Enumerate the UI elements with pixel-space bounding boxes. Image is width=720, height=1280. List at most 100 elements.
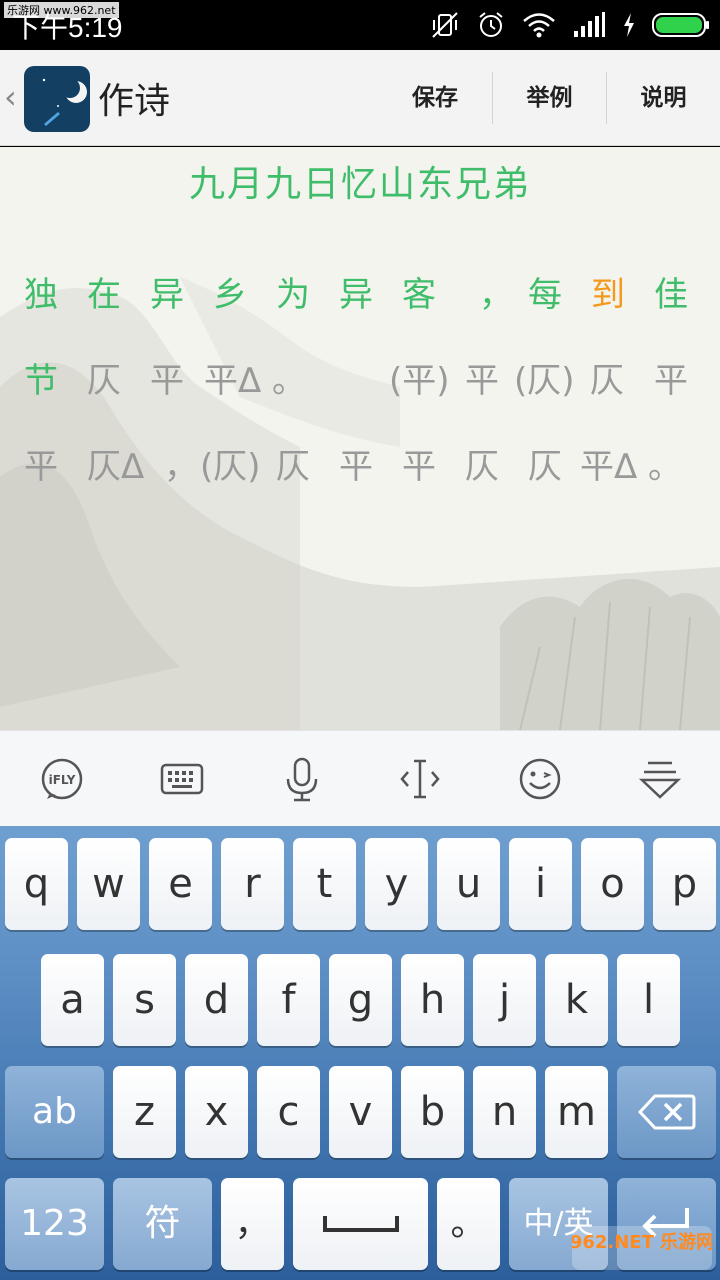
- watermark-text: 962.NET 乐游网: [572, 1231, 712, 1253]
- key-v[interactable]: v: [329, 1066, 392, 1158]
- poem-char[interactable]: 平: [465, 353, 499, 402]
- app-bar: ‹ 作诗 保存 举例 说明: [0, 50, 720, 146]
- key-s[interactable]: s: [113, 954, 176, 1046]
- poem-char[interactable]: 节: [24, 353, 58, 402]
- poem-char[interactable]: 在: [87, 267, 121, 316]
- key-x[interactable]: x: [185, 1066, 248, 1158]
- poem-char[interactable]: 。: [648, 439, 682, 488]
- help-button[interactable]: 说明: [606, 72, 720, 124]
- poem-char[interactable]: 平Δ: [204, 353, 261, 402]
- site-watermark: 962.NET 乐游网: [570, 1226, 714, 1270]
- emoji-icon[interactable]: [516, 755, 564, 803]
- poem-char[interactable]: 每: [528, 267, 562, 316]
- poem-title: 九月九日忆山东兄弟: [188, 164, 531, 205]
- cursor-icon[interactable]: [396, 755, 444, 803]
- battery-icon: [652, 13, 709, 37]
- abc-toggle-key[interactable]: ab: [5, 1066, 104, 1158]
- signal-icon: [574, 12, 605, 37]
- key-a[interactable]: a: [41, 954, 104, 1046]
- numbers-key[interactable]: 123: [5, 1178, 104, 1270]
- poem-char[interactable]: 平Δ: [580, 439, 637, 488]
- key-p[interactable]: p: [653, 838, 716, 930]
- microphone-icon[interactable]: [278, 755, 326, 803]
- poem-char[interactable]: 平: [402, 439, 436, 488]
- poem-char[interactable]: 仄: [276, 439, 310, 488]
- poem-char[interactable]: 仄: [465, 439, 499, 488]
- key-n[interactable]: n: [473, 1066, 536, 1158]
- poem-char[interactable]: 平: [150, 353, 184, 402]
- poem-char[interactable]: 客: [402, 267, 436, 316]
- period-key[interactable]: 。: [437, 1178, 500, 1270]
- key-f[interactable]: f: [257, 954, 320, 1046]
- poem-line-3: 平仄Δ， (仄) 仄平平仄仄平Δ。: [24, 439, 714, 489]
- site-watermark-top: 乐游网 www.962.net: [4, 2, 119, 18]
- poem-char[interactable]: 。: [272, 353, 306, 402]
- key-l[interactable]: l: [617, 954, 680, 1046]
- action-bar: 保存 举例 说明: [378, 72, 720, 124]
- poem-char[interactable]: 异: [150, 267, 184, 316]
- key-j[interactable]: j: [473, 954, 536, 1046]
- key-y[interactable]: y: [365, 838, 428, 930]
- keyboard-icon[interactable]: [158, 755, 206, 803]
- key-o[interactable]: o: [581, 838, 644, 930]
- poem-char[interactable]: (仄): [514, 353, 575, 402]
- key-m[interactable]: m: [545, 1066, 608, 1158]
- key-u[interactable]: u: [437, 838, 500, 930]
- backspace-icon: [637, 1094, 695, 1130]
- key-i[interactable]: i: [509, 838, 572, 930]
- charging-icon: [624, 13, 634, 37]
- soft-keyboard: q w e r t y u i o p a s d f g h j k l ab…: [0, 826, 720, 1280]
- poem-char[interactable]: 独: [24, 267, 58, 316]
- keyboard-toolbar: iFLY: [0, 730, 720, 826]
- key-z[interactable]: z: [113, 1066, 176, 1158]
- key-r[interactable]: r: [221, 838, 284, 930]
- example-button[interactable]: 举例: [492, 72, 606, 124]
- key-t[interactable]: t: [293, 838, 356, 930]
- poem-char[interactable]: 仄: [528, 439, 562, 488]
- comma-key[interactable]: ，: [221, 1178, 284, 1270]
- vibrate-off-icon: [432, 12, 458, 38]
- moon-icon: [42, 78, 87, 126]
- key-k[interactable]: k: [545, 954, 608, 1046]
- poem-char[interactable]: 到: [591, 267, 625, 316]
- poem-char[interactable]: 仄: [590, 353, 624, 402]
- wifi-icon: [523, 13, 555, 38]
- poem-line-1: 独在异乡为异客，每到佳: [24, 267, 714, 317]
- key-h[interactable]: h: [401, 954, 464, 1046]
- poem-char[interactable]: 佳: [654, 267, 688, 316]
- key-w[interactable]: w: [77, 838, 140, 930]
- key-b[interactable]: b: [401, 1066, 464, 1158]
- back-icon[interactable]: ‹: [4, 78, 17, 116]
- poem-editor[interactable]: 九月九日忆山东兄弟 独在异乡为异客，每到佳 节仄平平Δ。 (平) 平 (仄) 仄平 平仄…: [0, 147, 720, 730]
- key-q[interactable]: q: [5, 838, 68, 930]
- ifly-icon[interactable]: iFLY: [38, 755, 86, 803]
- poem-char[interactable]: (平): [389, 353, 450, 402]
- save-button[interactable]: 保存: [378, 72, 492, 124]
- poem-char[interactable]: 乡: [213, 267, 247, 316]
- poem-char[interactable]: 平: [654, 353, 688, 402]
- poem-char[interactable]: 平: [339, 439, 373, 488]
- key-g[interactable]: g: [329, 954, 392, 1046]
- status-bar: 下午5:19 乐游网 www.962.net: [0, 0, 720, 50]
- poem-char[interactable]: 平: [24, 439, 58, 488]
- alarm-icon: [479, 12, 503, 37]
- space-bar-icon: [322, 1216, 399, 1232]
- ifly-label: iFLY: [49, 773, 76, 787]
- poem-char[interactable]: 异: [339, 267, 373, 316]
- poem-char[interactable]: 为: [276, 267, 310, 316]
- app-logo[interactable]: [24, 66, 90, 132]
- poem-char[interactable]: ，: [479, 267, 513, 316]
- poem-char[interactable]: 仄: [87, 353, 121, 402]
- page-title: 作诗: [98, 81, 171, 122]
- poem-char[interactable]: 仄Δ: [87, 439, 144, 488]
- key-d[interactable]: d: [185, 954, 248, 1046]
- backspace-key[interactable]: [617, 1066, 716, 1158]
- symbols-key[interactable]: 符: [113, 1178, 212, 1270]
- poem-char[interactable]: ，: [164, 439, 198, 488]
- space-key[interactable]: [293, 1178, 428, 1270]
- hide-keyboard-icon[interactable]: [636, 755, 684, 803]
- poem-char[interactable]: (仄): [200, 439, 261, 488]
- key-c[interactable]: c: [257, 1066, 320, 1158]
- key-e[interactable]: e: [149, 838, 212, 930]
- poem-line-2: 节仄平平Δ。 (平) 平 (仄) 仄平: [24, 353, 714, 403]
